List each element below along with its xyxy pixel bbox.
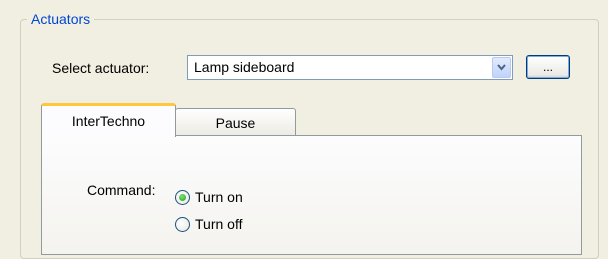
radio-selected-dot: [179, 194, 186, 201]
dropdown-arrow-button[interactable]: [492, 57, 511, 78]
command-label: Command:: [87, 182, 156, 198]
turn-on-radio[interactable]: [175, 190, 190, 205]
turn-off-label[interactable]: Turn off: [195, 215, 242, 233]
select-actuator-label: Select actuator:: [52, 60, 150, 76]
actuator-dropdown-value: Lamp sideboard: [194, 59, 295, 75]
actuator-dropdown[interactable]: Lamp sideboard: [187, 55, 513, 80]
chevron-down-icon: [497, 64, 506, 71]
tab-pause[interactable]: Pause: [175, 108, 296, 135]
browse-button[interactable]: ...: [526, 55, 570, 79]
turn-on-label[interactable]: Turn on: [195, 188, 243, 206]
tab-intertechno[interactable]: InterTechno: [41, 103, 176, 137]
actuators-group-title: Actuators: [27, 10, 95, 28]
turn-off-radio[interactable]: [175, 217, 190, 232]
